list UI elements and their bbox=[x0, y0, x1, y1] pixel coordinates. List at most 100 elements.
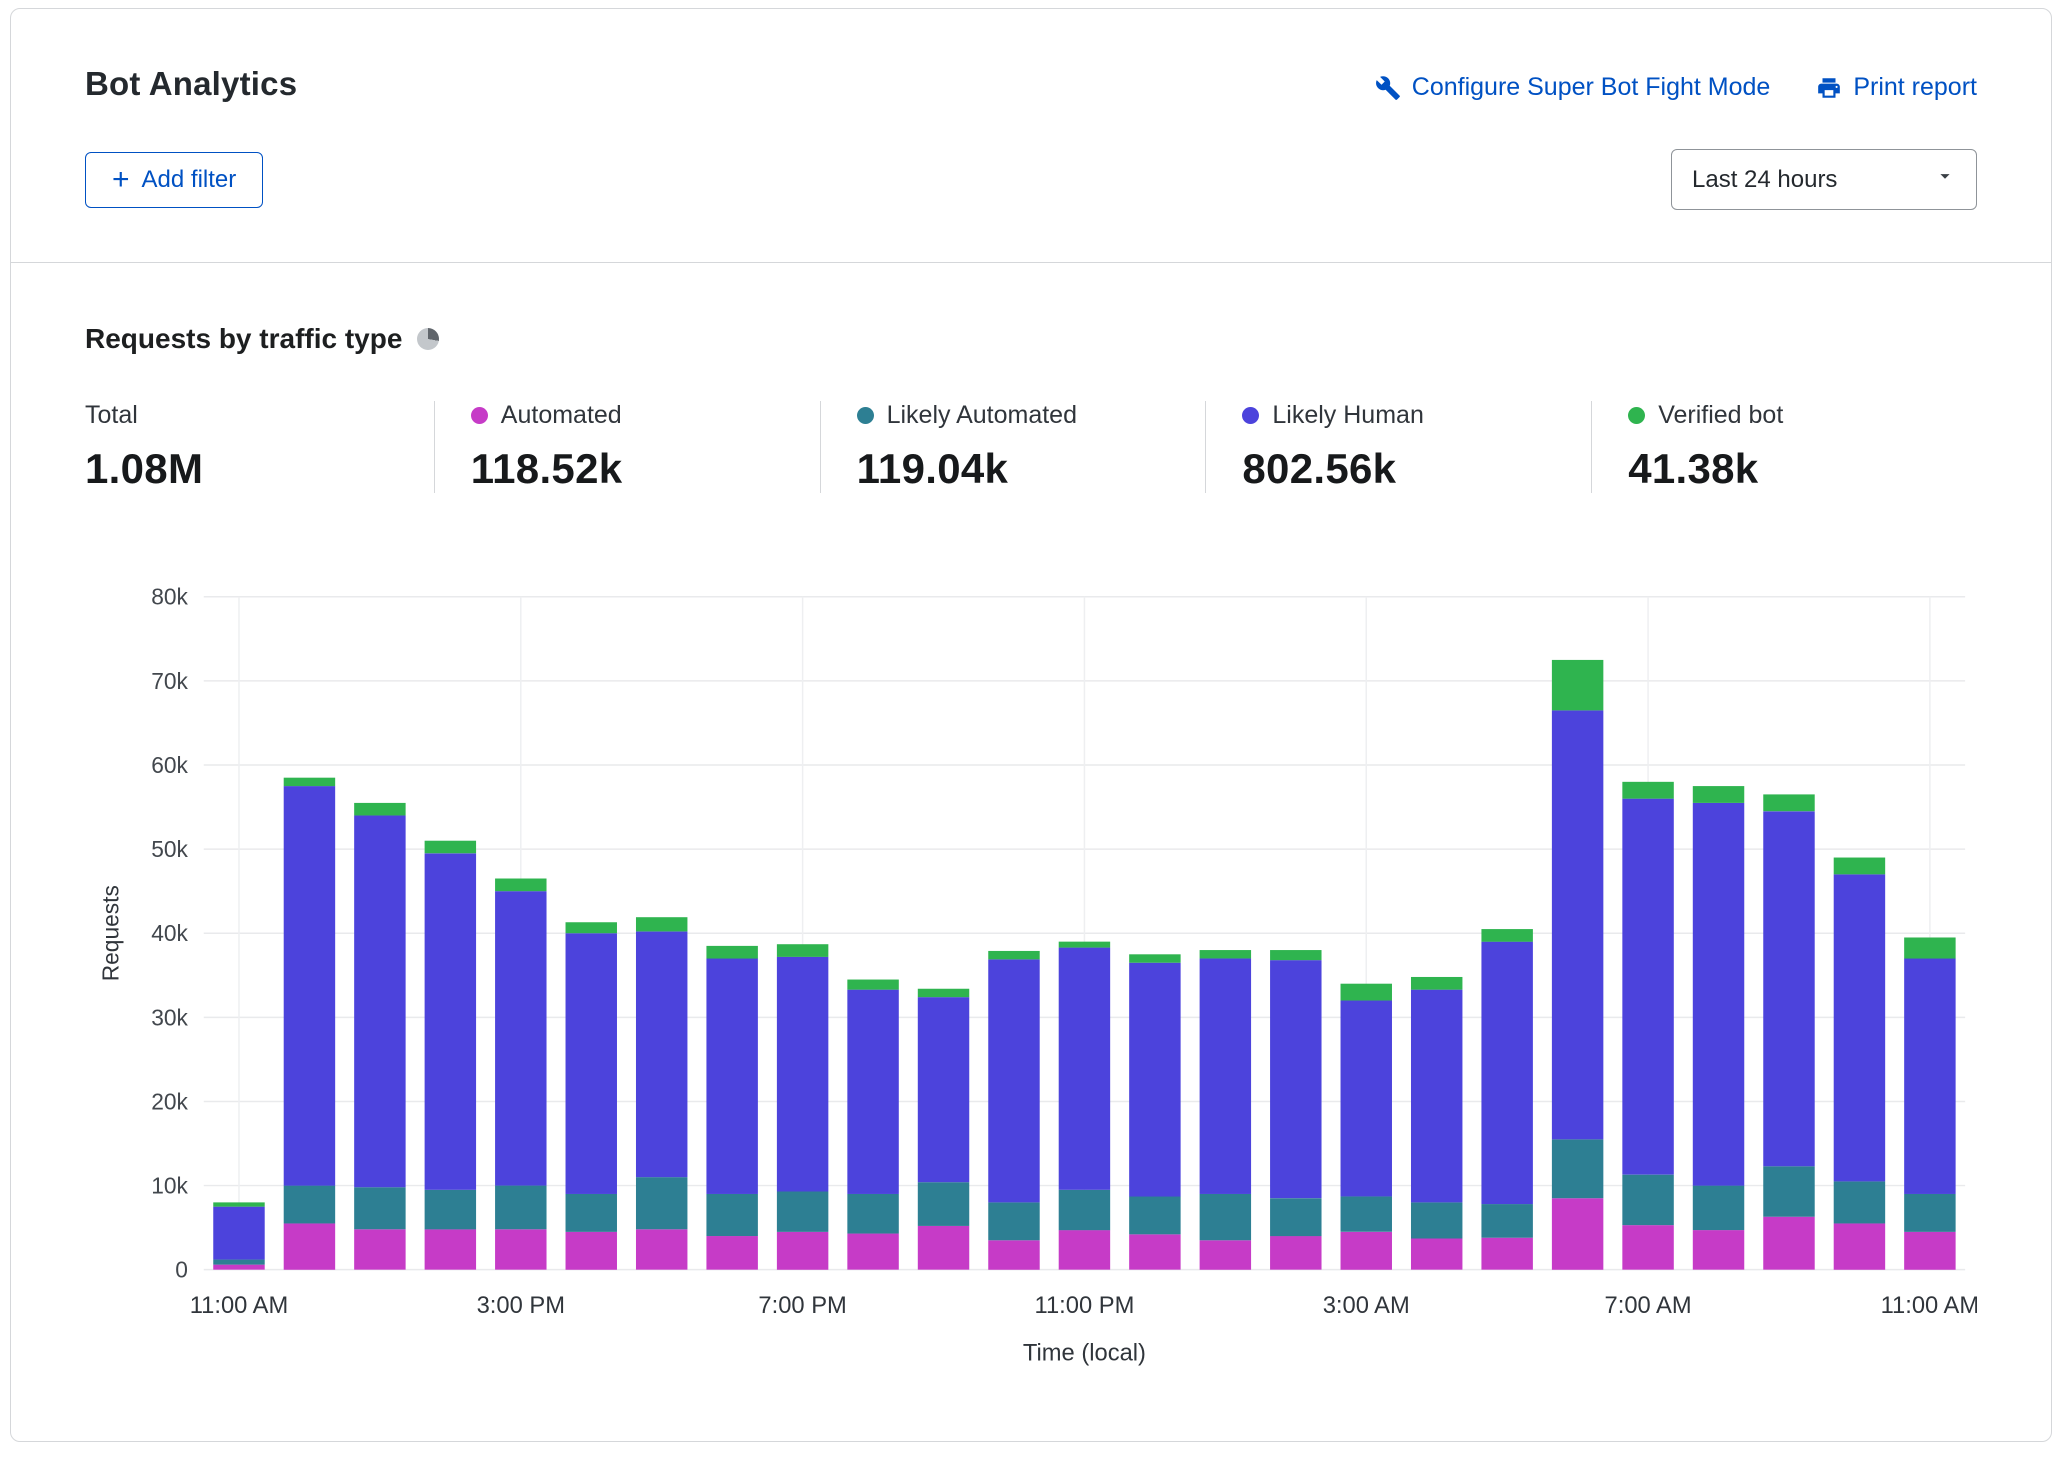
bar-segment-verified_bot[interactable] bbox=[1129, 954, 1180, 962]
bar-segment-likely_human[interactable] bbox=[988, 959, 1039, 1202]
bar-segment-likely_automated[interactable] bbox=[1552, 1139, 1603, 1198]
bar-segment-verified_bot[interactable] bbox=[1059, 942, 1110, 948]
bar-segment-likely_automated[interactable] bbox=[636, 1177, 687, 1229]
bar-segment-likely_human[interactable] bbox=[284, 786, 335, 1186]
bar-segment-likely_human[interactable] bbox=[706, 958, 757, 1194]
bar-segment-automated[interactable] bbox=[1129, 1234, 1180, 1269]
bar-segment-verified_bot[interactable] bbox=[1270, 950, 1321, 960]
bar-segment-likely_automated[interactable] bbox=[1834, 1181, 1885, 1223]
bar-segment-automated[interactable] bbox=[1059, 1230, 1110, 1270]
bar-segment-likely_automated[interactable] bbox=[1059, 1190, 1110, 1230]
bar-segment-likely_human[interactable] bbox=[1552, 710, 1603, 1139]
bar-segment-verified_bot[interactable] bbox=[777, 944, 828, 957]
bar-segment-likely_automated[interactable] bbox=[1904, 1194, 1955, 1232]
bar-segment-likely_automated[interactable] bbox=[847, 1194, 898, 1234]
bar-segment-verified_bot[interactable] bbox=[1622, 782, 1673, 799]
bar-segment-likely_human[interactable] bbox=[1200, 958, 1251, 1194]
bar-segment-verified_bot[interactable] bbox=[284, 778, 335, 786]
bar-segment-verified_bot[interactable] bbox=[847, 980, 898, 990]
bar-segment-likely_automated[interactable] bbox=[1481, 1204, 1532, 1238]
bar-segment-likely_human[interactable] bbox=[354, 815, 405, 1187]
bar-segment-likely_human[interactable] bbox=[1129, 963, 1180, 1197]
bar-segment-likely_automated[interactable] bbox=[988, 1202, 1039, 1240]
bar-segment-likely_human[interactable] bbox=[1693, 803, 1744, 1186]
bar-segment-automated[interactable] bbox=[988, 1240, 1039, 1269]
bar-segment-likely_human[interactable] bbox=[918, 997, 969, 1182]
bar-segment-verified_bot[interactable] bbox=[1200, 950, 1251, 958]
bar-segment-verified_bot[interactable] bbox=[1763, 794, 1814, 811]
bar-segment-verified_bot[interactable] bbox=[354, 803, 405, 816]
bar-segment-likely_human[interactable] bbox=[1481, 942, 1532, 1204]
bar-segment-likely_automated[interactable] bbox=[1200, 1194, 1251, 1240]
bar-segment-verified_bot[interactable] bbox=[706, 946, 757, 959]
bar-segment-likely_automated[interactable] bbox=[777, 1191, 828, 1231]
bar-segment-likely_automated[interactable] bbox=[1693, 1186, 1744, 1231]
bar-segment-automated[interactable] bbox=[1552, 1198, 1603, 1270]
bar-segment-likely_automated[interactable] bbox=[1622, 1175, 1673, 1225]
bar-segment-automated[interactable] bbox=[1622, 1225, 1673, 1270]
bar-segment-automated[interactable] bbox=[354, 1229, 405, 1269]
bar-segment-verified_bot[interactable] bbox=[566, 922, 617, 933]
bar-segment-automated[interactable] bbox=[1341, 1232, 1392, 1270]
bar-segment-verified_bot[interactable] bbox=[1552, 660, 1603, 710]
time-range-select[interactable]: Last 24 hours bbox=[1671, 149, 1977, 210]
bar-segment-likely_human[interactable] bbox=[847, 990, 898, 1194]
bar-segment-automated[interactable] bbox=[918, 1226, 969, 1270]
bar-segment-verified_bot[interactable] bbox=[1834, 858, 1885, 875]
bar-segment-verified_bot[interactable] bbox=[1481, 929, 1532, 942]
add-filter-button[interactable]: + Add filter bbox=[85, 152, 263, 208]
bar-segment-automated[interactable] bbox=[566, 1232, 617, 1270]
bar-segment-likely_automated[interactable] bbox=[425, 1190, 476, 1230]
bar-segment-automated[interactable] bbox=[1763, 1217, 1814, 1270]
bar-segment-likely_human[interactable] bbox=[213, 1207, 264, 1260]
bar-segment-verified_bot[interactable] bbox=[636, 917, 687, 931]
bar-segment-likely_human[interactable] bbox=[425, 853, 476, 1189]
bar-segment-likely_automated[interactable] bbox=[1270, 1198, 1321, 1236]
bar-segment-verified_bot[interactable] bbox=[1341, 984, 1392, 1001]
bar-segment-verified_bot[interactable] bbox=[213, 1202, 264, 1206]
bar-segment-likely_human[interactable] bbox=[1834, 874, 1885, 1181]
bar-segment-automated[interactable] bbox=[1411, 1239, 1462, 1270]
bar-segment-likely_human[interactable] bbox=[566, 933, 617, 1194]
bar-segment-likely_human[interactable] bbox=[1622, 799, 1673, 1175]
bar-segment-likely_automated[interactable] bbox=[706, 1194, 757, 1236]
bar-segment-likely_human[interactable] bbox=[1059, 948, 1110, 1190]
configure-super-bot-fight-mode-link[interactable]: Configure Super Bot Fight Mode bbox=[1375, 73, 1771, 102]
bar-segment-likely_human[interactable] bbox=[495, 891, 546, 1185]
bar-segment-likely_human[interactable] bbox=[1904, 958, 1955, 1194]
bar-segment-verified_bot[interactable] bbox=[918, 989, 969, 997]
bar-segment-automated[interactable] bbox=[636, 1229, 687, 1269]
bar-segment-likely_human[interactable] bbox=[1763, 811, 1814, 1166]
bar-segment-verified_bot[interactable] bbox=[1904, 937, 1955, 958]
bar-segment-likely_automated[interactable] bbox=[1341, 1196, 1392, 1231]
bar-segment-automated[interactable] bbox=[1200, 1240, 1251, 1269]
bar-segment-automated[interactable] bbox=[1693, 1230, 1744, 1270]
bar-segment-automated[interactable] bbox=[425, 1229, 476, 1269]
bar-segment-verified_bot[interactable] bbox=[1693, 786, 1744, 803]
bar-segment-verified_bot[interactable] bbox=[425, 841, 476, 854]
bar-segment-likely_automated[interactable] bbox=[918, 1182, 969, 1226]
bar-segment-likely_human[interactable] bbox=[636, 932, 687, 1178]
bar-segment-likely_automated[interactable] bbox=[495, 1186, 546, 1230]
bar-segment-likely_automated[interactable] bbox=[284, 1186, 335, 1224]
bar-segment-verified_bot[interactable] bbox=[988, 951, 1039, 959]
bar-segment-automated[interactable] bbox=[213, 1265, 264, 1270]
bar-segment-automated[interactable] bbox=[847, 1234, 898, 1270]
bar-segment-likely_automated[interactable] bbox=[566, 1194, 617, 1232]
bar-segment-likely_automated[interactable] bbox=[354, 1187, 405, 1229]
bar-segment-automated[interactable] bbox=[706, 1236, 757, 1270]
bar-segment-automated[interactable] bbox=[1834, 1223, 1885, 1269]
bar-segment-likely_automated[interactable] bbox=[1129, 1196, 1180, 1234]
bar-segment-verified_bot[interactable] bbox=[495, 879, 546, 892]
bar-segment-likely_human[interactable] bbox=[1270, 960, 1321, 1198]
bar-segment-likely_automated[interactable] bbox=[213, 1260, 264, 1265]
bar-segment-likely_human[interactable] bbox=[777, 957, 828, 1192]
bar-segment-likely_human[interactable] bbox=[1411, 990, 1462, 1203]
print-report-link[interactable]: Print report bbox=[1816, 73, 1977, 102]
bar-segment-automated[interactable] bbox=[284, 1223, 335, 1269]
bar-segment-verified_bot[interactable] bbox=[1411, 977, 1462, 990]
bar-segment-likely_automated[interactable] bbox=[1763, 1166, 1814, 1216]
bar-segment-automated[interactable] bbox=[777, 1232, 828, 1270]
bar-segment-automated[interactable] bbox=[1481, 1238, 1532, 1270]
bar-segment-likely_human[interactable] bbox=[1341, 1001, 1392, 1197]
